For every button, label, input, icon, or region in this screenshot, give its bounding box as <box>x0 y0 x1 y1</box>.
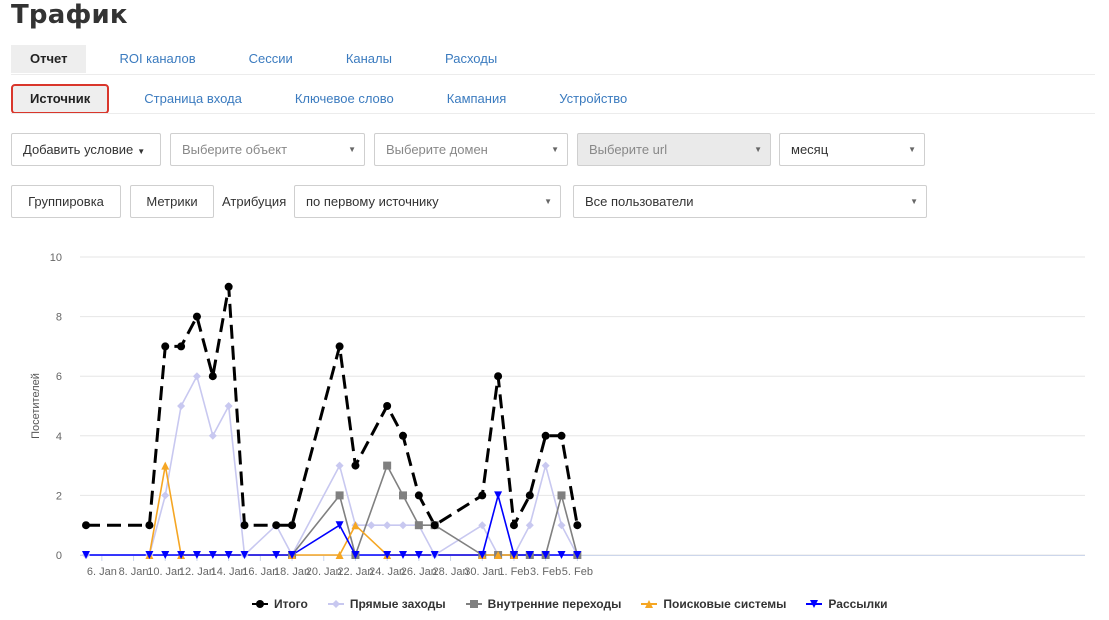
x-tick-label: 12. Jan <box>179 566 215 578</box>
series-line-0 <box>86 285 579 527</box>
data-point-0 <box>208 372 217 381</box>
x-tick-label: 18. Jan <box>274 566 310 578</box>
data-point-0 <box>478 491 487 500</box>
data-point-0 <box>335 342 344 351</box>
data-point-1 <box>367 521 376 530</box>
data-point-4 <box>335 521 344 530</box>
legend-marker <box>331 600 340 608</box>
data-point-0 <box>430 521 439 530</box>
data-point-1 <box>161 491 170 500</box>
data-point-0 <box>383 402 392 410</box>
data-point-1 <box>525 521 534 530</box>
x-tick-label: 30. Jan <box>464 566 500 578</box>
x-tick-label: 14. Jan <box>211 566 247 578</box>
data-point-0 <box>414 491 423 500</box>
legend-item[interactable]: Поисковые системы <box>641 597 786 611</box>
data-point-1 <box>383 521 392 530</box>
data-point-0 <box>240 521 249 530</box>
x-tick-label: 16. Jan <box>242 566 278 578</box>
legend-symbol-icon <box>252 600 268 608</box>
data-point-1 <box>208 431 217 440</box>
x-tick-label: 26. Jan <box>401 566 437 578</box>
legend-label: Рассылки <box>828 597 888 611</box>
data-point-0 <box>192 312 201 321</box>
data-point-1 <box>192 372 201 381</box>
data-point-0 <box>351 461 360 470</box>
data-point-0 <box>288 521 297 530</box>
data-point-1 <box>557 521 566 530</box>
data-point-2 <box>335 491 344 500</box>
legend-label: Итого <box>274 597 308 611</box>
data-point-1 <box>399 521 407 530</box>
data-point-1 <box>177 402 186 410</box>
x-tick-label: 20. Jan <box>306 566 342 578</box>
legend-item[interactable]: Прямые заходы <box>327 597 446 611</box>
x-tick-label: 8. Jan <box>119 566 149 578</box>
data-point-2 <box>557 491 566 500</box>
data-point-1 <box>224 402 233 410</box>
data-point-0 <box>509 521 518 530</box>
data-point-0 <box>224 282 233 291</box>
data-point-1 <box>335 461 344 470</box>
y-tick-label: 10 <box>50 252 62 264</box>
x-tick-label: 3. Feb <box>530 566 561 578</box>
data-point-0 <box>399 431 407 440</box>
y-tick-label: 4 <box>56 431 62 443</box>
legend-label: Внутренние переходы <box>487 597 622 611</box>
x-tick-label: 10. Jan <box>147 566 183 578</box>
series-line-1 <box>86 375 579 556</box>
data-point-0 <box>541 431 550 440</box>
data-point-0 <box>557 431 566 440</box>
y-tick-label: 2 <box>56 490 62 502</box>
legend-marker <box>469 600 478 608</box>
data-point-3 <box>161 461 170 470</box>
y-axis-label: Посетителей <box>30 373 42 439</box>
data-point-1 <box>541 461 550 470</box>
data-point-2 <box>414 521 423 530</box>
x-tick-label: 28. Jan <box>433 566 469 578</box>
data-point-0 <box>573 521 582 530</box>
data-point-0 <box>525 491 534 500</box>
y-tick-label: 0 <box>56 550 62 562</box>
legend-symbol-icon <box>641 600 658 608</box>
legend-item[interactable]: Внутренние переходы <box>465 597 622 611</box>
traffic-chart: 0 2 4 6 8 10 6. Jan 8. Jan10. Jan12. Jan14. Jan… <box>30 252 1085 578</box>
data-point-0 <box>161 342 170 351</box>
legend-symbol-icon <box>806 600 823 608</box>
y-tick-label: 8 <box>56 312 62 324</box>
legend-symbol-icon <box>327 600 344 608</box>
y-tick-label: 6 <box>56 371 62 383</box>
legend-label: Поисковые системы <box>663 597 787 611</box>
data-point-2 <box>383 461 392 470</box>
data-point-0 <box>494 372 503 381</box>
x-tick-label: 6. Jan <box>87 566 117 578</box>
chart-legend: Итого Прямые заходы Внутренние переходы Пои… <box>252 597 908 611</box>
legend-item[interactable]: Рассылки <box>806 597 888 611</box>
data-point-0 <box>82 521 90 530</box>
legend-label: Прямые заходы <box>349 597 446 611</box>
legend-item[interactable]: Итого <box>252 597 308 611</box>
x-tick-label: 1. Feb <box>498 566 529 578</box>
data-point-0 <box>177 342 186 351</box>
data-point-1 <box>478 521 487 530</box>
data-point-2 <box>399 491 407 500</box>
data-point-0 <box>272 521 281 530</box>
data-point-0 <box>145 521 154 530</box>
legend-symbol-icon <box>465 600 482 608</box>
x-tick-label: 24. Jan <box>369 566 405 578</box>
x-tick-label: 5. Feb <box>562 566 593 578</box>
x-tick-label: 22. Jan <box>337 566 373 578</box>
legend-marker <box>256 600 264 608</box>
